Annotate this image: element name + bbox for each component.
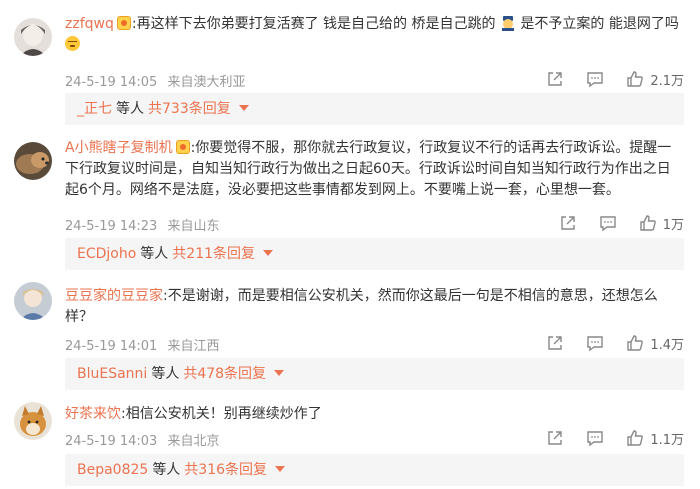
username-link[interactable]: zzfqwq [65,16,114,32]
reply-count-link[interactable]: 共733条回复 [148,101,231,117]
username-link[interactable]: 好茶来饮 [65,406,121,422]
comment-date: 24-5-19 14:23 [65,219,158,234]
comment-text: 好茶来饮:相信公安机关！别再继续炒作了 [65,404,682,425]
comment-icon[interactable] [586,334,604,352]
like-count: 1万 [662,217,684,233]
comment-location: 来自江西 [167,339,220,354]
reply-username[interactable]: ECDjoho [77,246,136,262]
share-icon[interactable] [546,70,564,88]
avatar[interactable] [14,142,52,180]
comment-item: 豆豆家的豆豆家:不是谢谢，而是要相信公安机关，然而你这最后一句是不相信的意思，还… [0,268,700,390]
comment-location: 来自北京 [167,434,220,449]
chevron-down-icon[interactable] [238,105,249,111]
comment-date: 24-5-19 14:03 [65,434,158,449]
comment-actions: 1.4万 [546,334,684,353]
comment-text: 豆豆家的豆豆家:不是谢谢，而是要相信公安机关，然而你这最后一句是不相信的意思，还… [65,286,682,328]
reply-label: 等人 [116,101,144,117]
comment-text-part: 是不予立案的 能退网了吗 [515,16,679,32]
like-count: 2.1万 [650,73,684,89]
chevron-down-icon[interactable] [275,466,286,472]
comment-actions: 1.1万 [546,429,684,448]
comment-text-part: :再这样下去你弟要打复活赛了 钱是自己给的 桥是自己跳的 [131,16,500,32]
comment-actions: 2.1万 [546,70,684,89]
reply-summary[interactable]: ECDjoho 等人 共211条回复 [65,238,684,270]
reply-label: 等人 [140,246,169,262]
avatar[interactable] [14,282,52,320]
comment-text-part: :相信公安机关！别再继续炒作了 [121,406,322,422]
reply-summary[interactable]: _正七 等人 共733条回复 [65,93,684,125]
comment-icon[interactable] [586,429,604,447]
comment-date: 24-5-19 14:05 [65,75,158,90]
comment-meta: 24-5-19 14:01 来自江西 [65,335,220,354]
like-icon[interactable] [626,334,644,352]
comment-item: 好茶来饮:相信公安机关！别再继续炒作了 24-5-19 14:03 来自北京 1… [0,388,700,489]
fan-badge-icon [175,140,190,154]
reply-count-link[interactable]: 共211条回复 [172,246,255,262]
avatar[interactable] [14,18,52,56]
comment-text: zzfqwq :再这样下去你弟要打复活赛了 钱是自己给的 桥是自己跳的 是不予立案… [65,14,682,56]
comment-icon[interactable] [586,70,604,88]
comment-item: A小熊瞎子复制机:你要觉得不服，那你就去行政复议，行政复议不行的话再去行政诉讼。… [0,128,700,270]
reply-count-link[interactable]: 共316条回复 [184,462,267,478]
chevron-down-icon[interactable] [263,250,274,256]
fan-badge-icon [116,16,131,30]
police-officer-emoji-icon [500,15,516,31]
like-count: 1.4万 [650,337,684,353]
chevron-down-icon[interactable] [274,370,285,376]
comment-actions: 1万 [559,214,684,233]
share-icon[interactable] [546,429,564,447]
comment-text: A小熊瞎子复制机:你要觉得不服，那你就去行政复议，行政复议不行的话再去行政诉讼。… [65,138,682,201]
reply-summary[interactable]: BluESanni 等人 共478条回复 [65,358,684,390]
reply-username[interactable]: BluESanni [77,366,147,382]
comment-meta: 24-5-19 14:03 来自北京 [65,430,220,449]
username-link[interactable]: 豆豆家的豆豆家 [65,288,163,304]
comment-item: zzfqwq :再这样下去你弟要打复活赛了 钱是自己给的 桥是自己跳的 是不予立案… [0,0,700,128]
comment-location: 来自澳大利亚 [167,75,246,90]
share-icon[interactable] [546,334,564,352]
reply-label: 等人 [152,462,181,478]
comment-location: 来自山东 [167,219,220,234]
share-icon[interactable] [559,214,577,232]
comment-icon[interactable] [599,214,617,232]
comment-meta: 24-5-19 14:23 来自山东 [65,215,220,234]
relieved-face-emoji-icon [65,36,80,51]
reply-username[interactable]: _正七 [77,101,112,117]
comment-meta: 24-5-19 14:05 来自澳大利亚 [65,71,246,90]
reply-count-link[interactable]: 共478条回复 [183,366,266,382]
like-icon[interactable] [626,70,644,88]
reply-username[interactable]: Bepa0825 [77,462,148,478]
like-count: 1.1万 [650,432,684,448]
username-link[interactable]: A小熊瞎子复制机 [65,140,173,156]
reply-label: 等人 [151,366,180,382]
like-icon[interactable] [626,429,644,447]
reply-summary[interactable]: Bepa0825 等人 共316条回复 [65,454,684,486]
like-icon[interactable] [639,214,657,232]
comment-date: 24-5-19 14:01 [65,339,158,354]
avatar[interactable] [14,402,52,440]
